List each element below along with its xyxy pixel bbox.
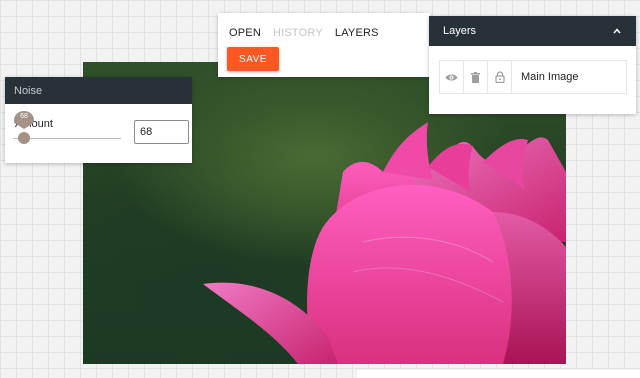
- noise-panel: Noise Amount 68: [5, 77, 192, 163]
- layers-panel-title: Layers: [443, 25, 477, 37]
- noise-panel-header: Noise: [5, 77, 192, 104]
- noise-panel-title: Noise: [14, 84, 43, 97]
- layer-name: Main Image: [521, 71, 579, 83]
- chevron-up-icon[interactable]: [612, 26, 622, 36]
- save-button[interactable]: SAVE: [227, 47, 279, 71]
- layers-panel-header[interactable]: Layers: [429, 16, 636, 46]
- amount-slider-thumb[interactable]: [18, 132, 30, 144]
- status-strip: [357, 370, 640, 378]
- layers-panel: Layers Main Image: [429, 16, 636, 114]
- lock-icon[interactable]: [488, 61, 512, 93]
- menu-history[interactable]: HISTORY: [273, 27, 323, 39]
- menu-layers[interactable]: LAYERS: [335, 27, 379, 39]
- menu-open[interactable]: OPEN: [229, 27, 261, 39]
- eye-icon[interactable]: [440, 61, 464, 93]
- amount-input[interactable]: [134, 120, 189, 144]
- layer-row[interactable]: Main Image: [439, 60, 627, 94]
- toolbar-menu: OPEN HISTORY LAYERS: [229, 27, 379, 39]
- trash-icon[interactable]: [464, 61, 488, 93]
- main-toolbar: OPEN HISTORY LAYERS SAVE: [218, 13, 430, 77]
